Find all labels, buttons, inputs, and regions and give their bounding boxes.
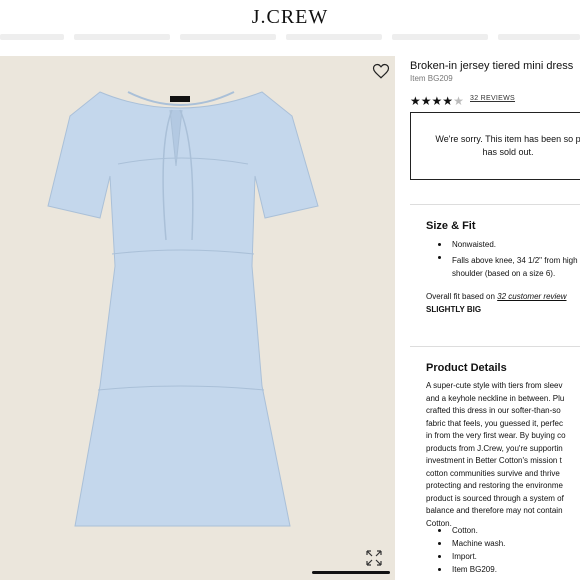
description-line: crafted this dress in our softer-than-so	[426, 406, 561, 415]
list-item: Item BG209.	[438, 563, 580, 576]
expand-icon[interactable]	[364, 548, 384, 568]
divider	[410, 346, 580, 347]
item-number: Item BG209	[410, 74, 453, 83]
thumbnail[interactable]	[498, 34, 580, 40]
star-icon: ★	[431, 94, 443, 108]
heart-icon[interactable]	[372, 62, 390, 80]
thumbnail[interactable]	[0, 34, 64, 40]
list-item: Import.	[438, 550, 580, 563]
size-fit-list: Nonwaisted. Falls above knee, 34 1/2" fr…	[438, 238, 580, 280]
sold-out-notice: We're sorry. This item has been so p has…	[410, 112, 580, 180]
size-fit-heading[interactable]: Size & Fit	[426, 220, 476, 232]
product-details-list: Cotton. Machine wash. Import. Item BG209…	[438, 524, 580, 576]
fit-line: shoulder (based on a size 6).	[452, 269, 556, 278]
description-line: balance and therefore may not contain	[426, 506, 563, 515]
description-line: in from the very first wear. By buying c…	[426, 431, 566, 440]
customer-reviews-link[interactable]: 32 customer review	[497, 292, 566, 301]
star-icon: ★	[410, 94, 421, 108]
sold-out-line: We're sorry. This item has been so p	[435, 134, 580, 144]
fit-line: Falls above knee, 34 1/2" from high	[452, 256, 578, 265]
list-item: Machine wash.	[438, 537, 580, 550]
description-line: investment in Better Cotton's mission t	[426, 456, 562, 465]
sold-out-line: has sold out.	[482, 147, 534, 157]
gallery-scrollbar[interactable]	[312, 571, 390, 574]
product-title: Broken-in jersey tiered mini dress	[410, 60, 574, 72]
reviews-link[interactable]: 32 REVIEWS	[470, 95, 515, 102]
product-info-panel: Broken-in jersey tiered mini dress Item …	[410, 56, 580, 580]
star-icon: ★	[442, 94, 454, 108]
product-details-heading[interactable]: Product Details	[426, 362, 507, 374]
star-empty-icon: ★	[453, 94, 464, 108]
description-line: protecting and restoring the environme	[426, 481, 563, 490]
description-line: cotton communities survive and thrive	[426, 468, 560, 478]
description-line: product is sourced through a system of	[426, 493, 564, 503]
brand-logo[interactable]: J.CREW	[0, 6, 580, 29]
overall-fit-text: Overall fit based on 32 customer review	[426, 292, 567, 301]
list-item: Nonwaisted.	[438, 238, 580, 251]
thumbnail[interactable]	[74, 34, 170, 40]
list-item: Cotton.	[438, 524, 580, 537]
thumbnail-strip	[0, 34, 580, 42]
description-line: fabric that feels, you guessed it, perfe…	[426, 418, 563, 428]
overall-fit-result: SLIGHTLY BIG	[426, 305, 482, 314]
product-image-gallery[interactable]	[0, 56, 395, 580]
description-line: products from J.Crew, you're supportin	[426, 443, 563, 453]
site-header: J.CREW	[0, 0, 580, 34]
star-icon: ★	[420, 94, 432, 108]
divider	[410, 204, 580, 205]
overall-fit-prefix: Overall fit based on	[426, 292, 498, 301]
thumbnail[interactable]	[286, 34, 382, 40]
thumbnail[interactable]	[180, 34, 276, 40]
thumbnail[interactable]	[392, 34, 488, 40]
list-item: Falls above knee, 34 1/2" from high shou…	[438, 251, 580, 280]
dress-product-image	[47, 91, 319, 527]
product-description: A super-cute style with tiers from sleev…	[426, 380, 580, 530]
description-line: A super-cute style with tiers from sleev	[426, 381, 563, 390]
description-line: and a keyhole neckline in between. Plu	[426, 393, 565, 403]
rating-stars[interactable]: ★★★★★	[410, 94, 464, 108]
